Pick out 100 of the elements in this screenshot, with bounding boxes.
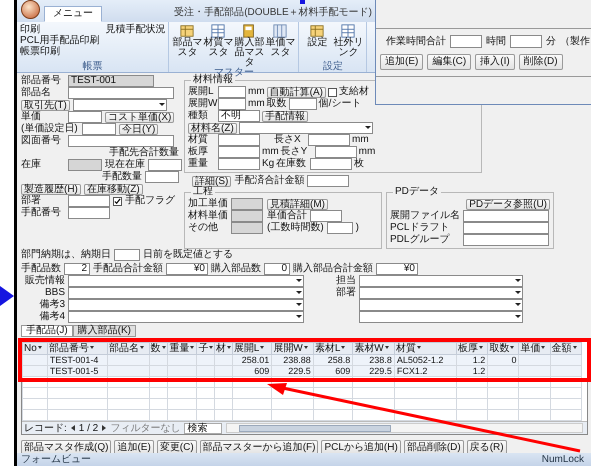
caret-icon[interactable] <box>190 346 194 350</box>
history-button[interactable]: 在庫移動(Z) <box>84 184 143 194</box>
text-field[interactable] <box>463 222 549 234</box>
text-field[interactable] <box>218 158 260 170</box>
caret-icon[interactable] <box>90 346 94 350</box>
ribbon-item[interactable]: 材質マスタ <box>203 38 234 58</box>
text-field[interactable] <box>68 111 102 123</box>
text-field[interactable] <box>310 210 342 222</box>
text-field[interactable] <box>145 171 179 183</box>
estimate-detail-button[interactable]: 見積詳細(M) <box>267 198 328 210</box>
dialog-button[interactable]: 追加(E) <box>380 54 424 70</box>
dropdown[interactable] <box>359 311 523 323</box>
caret-icon[interactable] <box>38 346 42 350</box>
today-button[interactable]: 今日(Y) <box>119 124 158 134</box>
text-field[interactable]: 不明 <box>218 110 260 122</box>
next-record-icon[interactable] <box>102 425 106 431</box>
dropdown[interactable] <box>68 299 304 311</box>
sheet-icon[interactable] <box>273 24 288 38</box>
ribbon-item[interactable]: PCL用手配品印刷 <box>20 35 100 46</box>
record-position[interactable]: 1 / 2 <box>78 422 98 434</box>
ribbon-item[interactable]: 社外リンク <box>333 38 364 58</box>
text-field[interactable] <box>68 135 174 147</box>
text-field[interactable] <box>218 134 260 146</box>
text-field[interactable] <box>463 210 549 222</box>
text-field[interactable] <box>231 210 263 222</box>
filter-status[interactable]: フィルターなし <box>110 422 180 434</box>
text-field[interactable]: ¥0 <box>166 263 208 275</box>
ribbon-item[interactable]: 購入部品マスタ <box>234 38 264 68</box>
caret-icon[interactable] <box>541 346 546 350</box>
caret-icon[interactable] <box>572 346 577 350</box>
text-field[interactable] <box>326 222 353 234</box>
order-info-button[interactable]: 手配情報 <box>262 110 308 122</box>
text-field[interactable] <box>307 175 350 187</box>
pd-data-button[interactable]: PDデータ参照(U) <box>466 198 550 210</box>
book-icon[interactable] <box>242 24 256 38</box>
text-field[interactable] <box>218 146 260 158</box>
text-field[interactable]: 2 <box>64 263 90 275</box>
ribbon-item[interactable]: 設定 <box>302 38 332 48</box>
caret-icon[interactable] <box>479 346 484 350</box>
text-field[interactable] <box>68 159 102 171</box>
dropdown[interactable] <box>359 275 523 287</box>
text-field[interactable] <box>82 123 116 135</box>
cost-price-button[interactable]: コスト単価(X) <box>105 112 174 122</box>
checkbox[interactable] <box>328 88 338 96</box>
auto-calc-button[interactable]: 自動計算(A) <box>266 86 326 98</box>
history-button[interactable]: 製造履歴(H) <box>21 184 81 194</box>
text-field[interactable] <box>310 158 352 170</box>
subform-tab[interactable]: 手配品(J) <box>21 325 73 337</box>
app-menu-button[interactable] <box>21 0 40 19</box>
dropdown[interactable] <box>238 122 373 134</box>
text-field[interactable]: ¥0 <box>376 263 418 275</box>
text-field[interactable] <box>68 87 174 99</box>
dialog-button[interactable]: 編集(C) <box>427 54 472 70</box>
text-field[interactable] <box>288 98 317 110</box>
dropdown[interactable] <box>68 311 304 323</box>
ribbon-item[interactable]: 見積手配状況 <box>105 24 166 35</box>
ribbon-item[interactable]: 部品マスタ <box>172 38 202 58</box>
grid-icon[interactable] <box>341 24 356 38</box>
dropdown[interactable] <box>359 299 523 311</box>
text-field[interactable] <box>148 159 182 171</box>
caret-icon[interactable] <box>304 346 308 350</box>
text-field[interactable]: TEST-001 <box>68 75 154 87</box>
dropdown[interactable] <box>68 275 304 287</box>
checkbox[interactable] <box>113 196 122 206</box>
text-field[interactable] <box>510 35 542 48</box>
material-name-button[interactable]: 材料名(Z) <box>188 122 237 134</box>
caret-icon[interactable] <box>341 346 346 350</box>
supplier-button[interactable]: 取引先(T) <box>21 100 70 110</box>
text-field[interactable] <box>314 146 357 158</box>
dialog-button[interactable]: 削除(D) <box>518 54 563 70</box>
search-field[interactable]: 検索 <box>184 422 222 434</box>
text-field[interactable] <box>218 98 246 110</box>
text-field[interactable] <box>308 134 350 146</box>
ribbon-item[interactable]: 単価マスタ <box>265 38 296 58</box>
detail-button[interactable]: 詳細(S) <box>192 176 232 186</box>
text-field[interactable] <box>68 195 110 207</box>
ribbon-tab[interactable]: メニュー <box>44 6 102 22</box>
text-field[interactable] <box>463 234 549 246</box>
previous-record-icon[interactable] <box>70 425 75 431</box>
dropdown[interactable] <box>72 99 167 111</box>
text-field[interactable] <box>231 222 263 234</box>
dropdown[interactable] <box>68 287 304 299</box>
horizontal-scrollbar[interactable] <box>226 423 583 433</box>
text-field[interactable] <box>218 86 246 98</box>
caret-icon[interactable] <box>510 346 514 350</box>
grid-icon[interactable] <box>211 24 226 38</box>
table-icon[interactable] <box>310 24 324 38</box>
caret-icon[interactable] <box>260 346 264 350</box>
text-field[interactable] <box>114 249 140 261</box>
caret-icon[interactable] <box>140 346 144 350</box>
text-field[interactable] <box>450 35 482 48</box>
table-icon[interactable] <box>180 24 194 38</box>
text-field[interactable] <box>68 207 110 219</box>
caret-icon[interactable] <box>384 346 389 350</box>
subform-tab[interactable]: 購入部品(K) <box>72 325 136 337</box>
text-field[interactable] <box>231 198 263 210</box>
dialog-button[interactable]: 挿入(I) <box>475 54 515 70</box>
caret-icon[interactable] <box>416 346 421 350</box>
text-field[interactable]: 0 <box>264 263 290 275</box>
ribbon-item[interactable]: 印刷 <box>20 24 100 35</box>
